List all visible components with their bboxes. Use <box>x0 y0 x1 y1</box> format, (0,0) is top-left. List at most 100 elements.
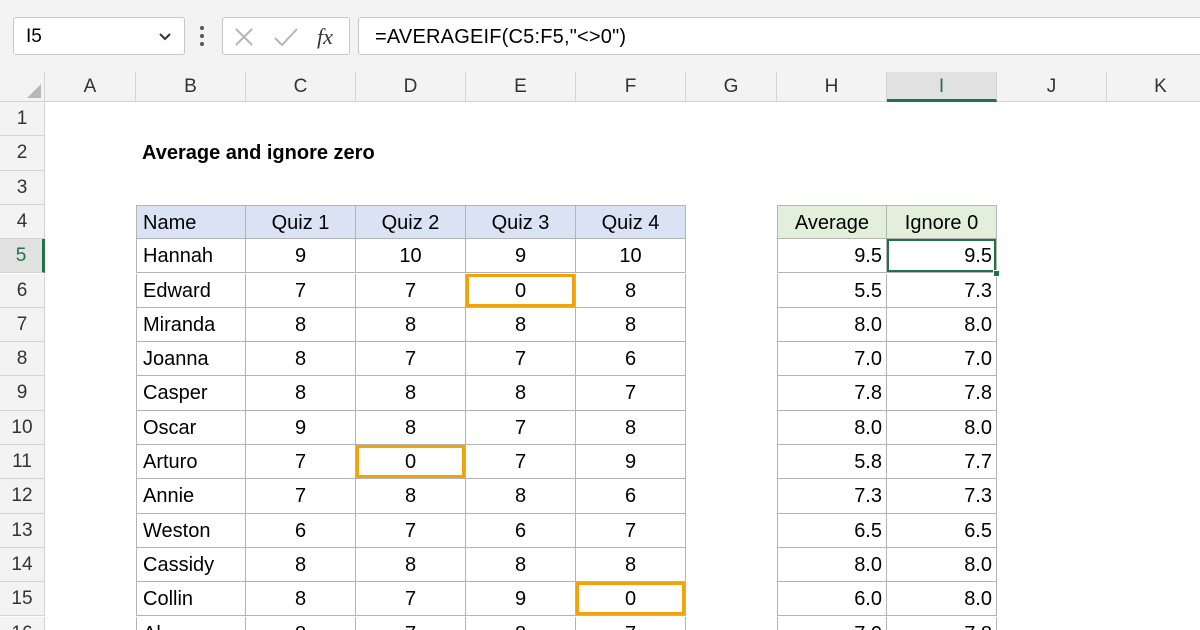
quiz-score-cell[interactable]: 8 <box>576 307 686 343</box>
student-name-cell[interactable]: Arturo <box>136 445 246 480</box>
average-cell[interactable]: 7.8 <box>777 376 887 411</box>
ignore-zero-cell[interactable]: 7.7 <box>887 445 997 480</box>
more-options-icon[interactable] <box>199 24 205 48</box>
column-header-e[interactable]: E <box>466 72 576 102</box>
column-header-f[interactable]: F <box>576 72 686 102</box>
row-header-9[interactable]: 9 <box>0 376 45 411</box>
ignore-zero-cell[interactable]: 6.5 <box>887 513 997 548</box>
column-header-d[interactable]: D <box>356 72 466 102</box>
quiz-score-cell[interactable]: 7 <box>576 616 686 630</box>
quiz-score-cell[interactable]: 6 <box>466 513 576 548</box>
cancel-icon[interactable] <box>233 26 255 48</box>
ignore-zero-cell[interactable]: 7.0 <box>887 342 997 377</box>
average-cell[interactable]: 5.5 <box>777 273 887 308</box>
ignore-zero-cell[interactable]: 7.8 <box>887 376 997 411</box>
average-cell[interactable]: 6.0 <box>777 582 887 617</box>
column-header-g[interactable]: G <box>686 72 777 102</box>
average-cell[interactable]: 8.0 <box>777 547 887 583</box>
ignore-zero-cell[interactable]: 7.3 <box>887 273 997 308</box>
quiz-score-cell[interactable]: 8 <box>466 307 576 343</box>
quiz-score-cell[interactable]: 6 <box>246 513 356 548</box>
student-name-cell[interactable]: Edward <box>136 273 246 308</box>
enter-icon[interactable] <box>273 26 299 48</box>
student-name-cell[interactable]: Collin <box>136 582 246 617</box>
ignore-zero-cell[interactable]: 7.3 <box>887 479 997 514</box>
quiz-score-cell[interactable]: 8 <box>466 616 576 630</box>
quiz-score-cell[interactable]: 8 <box>356 547 466 583</box>
formula-input[interactable]: =AVERAGEIF(C5:F5,"<>0") <box>358 17 1200 55</box>
quiz-score-cell[interactable]: 8 <box>246 616 356 630</box>
average-cell[interactable]: 6.5 <box>777 513 887 548</box>
quiz-score-cell[interactable]: 9 <box>576 445 686 480</box>
row-header-4[interactable]: 4 <box>0 204 45 240</box>
student-name-cell[interactable]: Cassidy <box>136 547 246 583</box>
quiz-score-cell[interactable]: 7 <box>576 513 686 548</box>
chevron-down-icon[interactable] <box>156 27 174 45</box>
quiz-score-cell[interactable]: 7 <box>466 445 576 480</box>
average-cell[interactable]: 9.5 <box>777 239 887 274</box>
average-cell[interactable]: 7.0 <box>777 616 887 630</box>
column-header-c[interactable]: C <box>246 72 356 102</box>
row-header-7[interactable]: 7 <box>0 307 45 343</box>
column-header-k[interactable]: K <box>1107 72 1200 102</box>
row-header-13[interactable]: 13 <box>0 513 45 548</box>
quiz-score-cell[interactable]: 9 <box>466 582 576 617</box>
quiz-score-cell[interactable]: 8 <box>246 376 356 411</box>
quiz-score-cell[interactable]: 8 <box>466 479 576 514</box>
quiz-score-cell[interactable]: 8 <box>356 307 466 343</box>
quiz-score-cell[interactable]: 7 <box>356 582 466 617</box>
column-header-i[interactable]: I <box>887 72 997 102</box>
student-name-cell[interactable]: Al <box>136 616 246 630</box>
insert-function-icon[interactable]: fx <box>315 24 343 50</box>
student-name-cell[interactable]: Hannah <box>136 239 246 274</box>
student-name-cell[interactable]: Joanna <box>136 342 246 377</box>
quiz-score-cell[interactable]: 7 <box>246 445 356 480</box>
quiz-score-cell[interactable]: 7 <box>356 513 466 548</box>
row-header-15[interactable]: 15 <box>0 582 45 617</box>
column-header-j[interactable]: J <box>997 72 1107 102</box>
row-header-1[interactable]: 1 <box>0 102 45 137</box>
ignore-zero-cell[interactable]: 8.0 <box>887 547 997 583</box>
quiz-score-cell[interactable]: 7 <box>246 273 356 308</box>
quiz-score-cell[interactable]: 6 <box>576 479 686 514</box>
quiz-score-cell[interactable]: 8 <box>356 410 466 445</box>
name-box[interactable]: I5 <box>13 17 185 55</box>
quiz-score-cell[interactable]: 7 <box>576 376 686 411</box>
quiz-score-cell[interactable]: 8 <box>356 376 466 411</box>
quiz-score-cell[interactable]: 8 <box>356 479 466 514</box>
ignore-zero-cell[interactable]: 7.8 <box>887 616 997 630</box>
quiz-score-cell[interactable]: 9 <box>246 239 356 274</box>
quiz-score-cell[interactable]: 0 <box>576 582 686 617</box>
row-header-6[interactable]: 6 <box>0 273 45 308</box>
select-all-button[interactable] <box>0 72 45 102</box>
quiz-score-cell[interactable]: 7 <box>466 342 576 377</box>
quiz-score-cell[interactable]: 8 <box>246 547 356 583</box>
quiz-score-cell[interactable]: 8 <box>466 547 576 583</box>
student-name-cell[interactable]: Casper <box>136 376 246 411</box>
ignore-zero-cell[interactable]: 8.0 <box>887 410 997 445</box>
average-cell[interactable]: 8.0 <box>777 307 887 343</box>
quiz-score-cell[interactable]: 6 <box>576 342 686 377</box>
quiz-score-cell[interactable]: 7 <box>356 342 466 377</box>
student-name-cell[interactable]: Annie <box>136 479 246 514</box>
quiz-score-cell[interactable]: 8 <box>246 582 356 617</box>
student-name-cell[interactable]: Weston <box>136 513 246 548</box>
row-header-14[interactable]: 14 <box>0 547 45 583</box>
average-cell[interactable]: 7.3 <box>777 479 887 514</box>
student-name-cell[interactable]: Miranda <box>136 307 246 343</box>
row-header-2[interactable]: 2 <box>0 136 45 171</box>
quiz-score-cell[interactable]: 10 <box>576 239 686 274</box>
row-header-3[interactable]: 3 <box>0 170 45 205</box>
row-header-10[interactable]: 10 <box>0 410 45 445</box>
quiz-score-cell[interactable]: 8 <box>246 342 356 377</box>
average-cell[interactable]: 5.8 <box>777 445 887 480</box>
active-cell[interactable]: 9.5 <box>887 239 997 274</box>
ignore-zero-cell[interactable]: 8.0 <box>887 582 997 617</box>
quiz-score-cell[interactable]: 7 <box>246 479 356 514</box>
quiz-score-cell[interactable]: 0 <box>356 445 466 480</box>
quiz-score-cell[interactable]: 8 <box>466 376 576 411</box>
quiz-score-cell[interactable]: 9 <box>246 410 356 445</box>
quiz-score-cell[interactable]: 9 <box>466 239 576 274</box>
row-header-8[interactable]: 8 <box>0 342 45 377</box>
quiz-score-cell[interactable]: 8 <box>576 410 686 445</box>
